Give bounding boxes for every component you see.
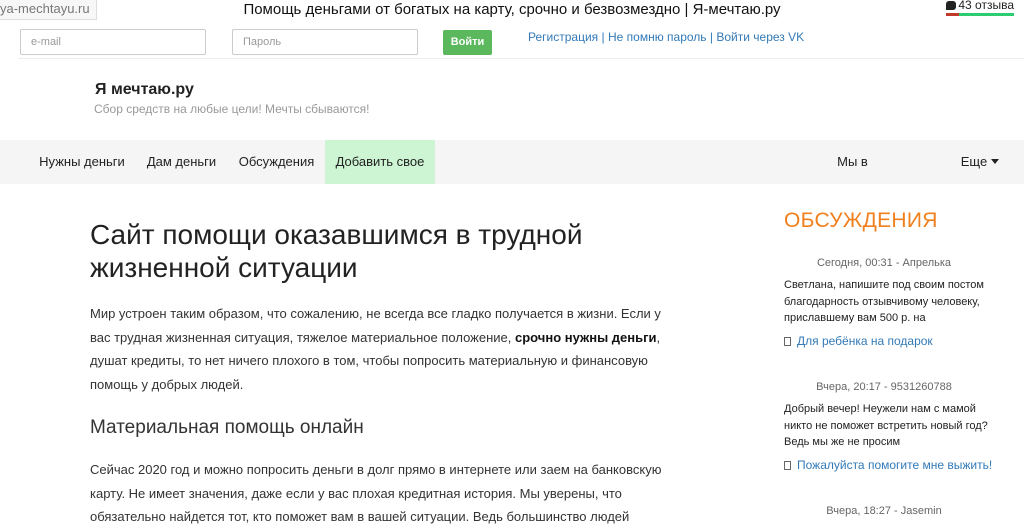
comment-thread-link[interactable]: Для ребёнка на подарок <box>784 333 1004 349</box>
window-title-bar: Помощь деньгами от богатых на карту, сро… <box>0 0 1024 20</box>
login-button[interactable]: Войти <box>443 30 492 55</box>
reviews-badge[interactable]: 43 отзыва <box>946 0 1014 16</box>
comment-meta: Вчера, 18:27 - Jasemin <box>826 505 942 517</box>
register-link[interactable]: Регистрация <box>528 30 598 44</box>
site-url-tag: ya-mechtayu.ru <box>0 0 97 20</box>
site-tagline: Сбор средств на любые цели! Мечты сбываю… <box>94 102 370 116</box>
comment-bubble-icon <box>946 1 957 10</box>
nav-discussions[interactable]: Обсуждения <box>228 140 325 184</box>
comment-thread-title: Пожалуйста помогите мне выжить! <box>797 457 993 472</box>
nav-more-dropdown[interactable]: Еще <box>950 140 1010 184</box>
link-separator: | <box>709 30 714 44</box>
email-field[interactable]: e-mail <box>20 29 206 55</box>
caret-down-icon <box>991 159 1000 164</box>
comment-thread-title: Для ребёнка на подарок <box>797 333 933 348</box>
intro-bold-link[interactable]: срочно нужны деньги <box>515 330 657 345</box>
window-title: Помощь деньгами от богатых на карту, сро… <box>243 1 781 18</box>
sidebar-comment: Вчера, 18:27 - Jasemin <box>784 504 1004 518</box>
comment-thread-link[interactable]: Пожалуйста помогите мне выжить! <box>784 457 1004 473</box>
link-separator: | <box>601 30 605 44</box>
reviews-count: 43 отзыва <box>958 0 1014 12</box>
document-icon <box>784 336 791 346</box>
sidebar-comment: Сегодня, 00:31 - Апрелька Светлана, напи… <box>784 256 1004 349</box>
article-subtitle: Материальная помощь онлайн <box>90 417 364 438</box>
document-icon <box>784 460 791 470</box>
sidebar-comment: Вчера, 20:17 - 9531260788 Добрый вечер! … <box>784 380 1004 473</box>
site-logo-text[interactable]: Я мечтаю.ру <box>95 81 194 99</box>
nav-more-label: Еще <box>960 154 988 169</box>
main-nav: Нужны деньги Дам деньги Обсуждения Добав… <box>0 140 1024 184</box>
login-bar: e-mail Пароль Войти Регистрация | Не пом… <box>18 25 1024 59</box>
comment-text: Добрый вечер! Неужели нам с мамой никто … <box>784 403 988 448</box>
nav-we-in[interactable]: Мы в <box>825 140 880 184</box>
comment-meta: Вчера, 20:17 - 9531260788 <box>816 381 952 393</box>
article-title: Сайт помощи оказавшимся в трудной жизнен… <box>90 219 583 283</box>
sidebar-title: ОБСУЖДЕНИЯ <box>784 209 938 232</box>
forgot-password-link[interactable]: Не помню пароль <box>608 30 707 44</box>
comment-meta: Сегодня, 00:31 - Апрелька <box>816 257 952 269</box>
article-intro: Мир устроен таким образом, что сожалению… <box>90 302 680 396</box>
nav-give-money[interactable]: Дам деньги <box>135 140 228 184</box>
article-paragraph: Сейчас 2020 год и можно попросить деньги… <box>90 462 662 524</box>
nav-need-money[interactable]: Нужны деньги <box>29 140 135 184</box>
comment-text: Светлана, напишите под своим постом благ… <box>784 279 984 324</box>
password-field[interactable]: Пароль <box>232 29 418 55</box>
auth-links: Регистрация | Не помню пароль | Войти че… <box>528 30 804 44</box>
vk-login-link[interactable]: Войти через VK <box>716 30 804 44</box>
nav-add-own[interactable]: Добавить свое <box>325 140 435 184</box>
